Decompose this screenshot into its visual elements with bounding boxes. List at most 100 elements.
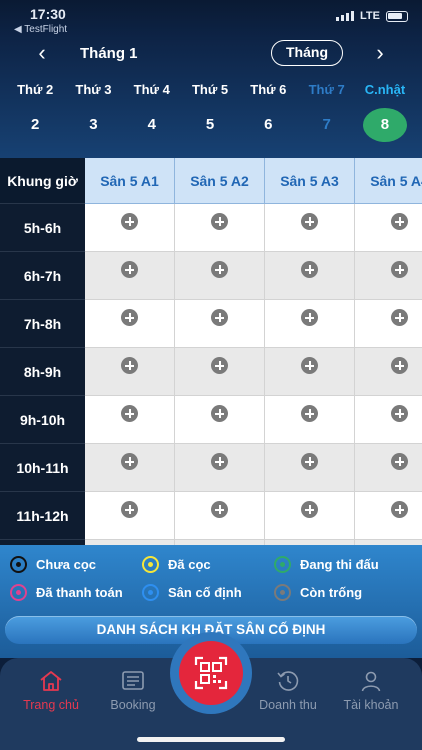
add-booking-icon[interactable]: [301, 453, 318, 470]
booking-slot[interactable]: [175, 348, 265, 396]
add-booking-icon[interactable]: [301, 213, 318, 230]
booking-slot[interactable]: [265, 492, 355, 540]
day-thu[interactable]: Thứ 5 5: [181, 82, 239, 142]
booking-slot[interactable]: [175, 300, 265, 348]
day-tue[interactable]: Thứ 3 3: [64, 82, 122, 142]
booking-slot[interactable]: [265, 252, 355, 300]
booking-slot[interactable]: [355, 252, 422, 300]
booking-list-icon: [85, 668, 181, 694]
booking-slot[interactable]: [355, 204, 422, 252]
legend-deposited: Đã cọc: [142, 556, 211, 573]
booking-slot[interactable]: [265, 204, 355, 252]
booking-slot[interactable]: [85, 396, 175, 444]
view-mode-button[interactable]: Tháng: [271, 40, 343, 66]
day-number: 2: [30, 116, 40, 133]
add-booking-icon[interactable]: [121, 309, 138, 326]
booking-slot[interactable]: [355, 300, 422, 348]
add-booking-icon[interactable]: [301, 261, 318, 278]
booking-slot[interactable]: [175, 204, 265, 252]
add-booking-icon[interactable]: [391, 309, 408, 326]
booking-slot[interactable]: [265, 300, 355, 348]
booking-slot[interactable]: [85, 252, 175, 300]
booking-slot[interactable]: [355, 396, 422, 444]
booking-slot[interactable]: [175, 252, 265, 300]
account-icon: [323, 668, 419, 694]
add-booking-icon[interactable]: [391, 501, 408, 518]
booking-slot[interactable]: [175, 444, 265, 492]
add-booking-icon[interactable]: [211, 357, 228, 374]
add-booking-icon[interactable]: [211, 453, 228, 470]
add-booking-icon[interactable]: [121, 501, 138, 518]
day-wed[interactable]: Thứ 4 4: [123, 82, 181, 142]
booking-slot[interactable]: [355, 348, 422, 396]
time-slot-row: 5h-6h: [0, 204, 422, 252]
booking-slot[interactable]: [355, 492, 422, 540]
add-booking-icon[interactable]: [301, 357, 318, 374]
nav-revenue[interactable]: Doanh thu: [240, 668, 336, 712]
booking-slot[interactable]: [265, 396, 355, 444]
day-sun-selected[interactable]: C.nhật 8: [356, 82, 414, 142]
add-booking-icon[interactable]: [211, 405, 228, 422]
add-booking-icon[interactable]: [391, 213, 408, 230]
soccer-ball-icon: [274, 584, 291, 601]
booking-slot[interactable]: [85, 444, 175, 492]
add-booking-icon[interactable]: [121, 261, 138, 278]
time-slot-row: 9h-10h: [0, 396, 422, 444]
booking-slot[interactable]: [265, 444, 355, 492]
legend-available: Còn trống: [274, 584, 362, 601]
day-sat[interactable]: Thứ 7 7: [297, 82, 355, 142]
status-indicators: LTE: [336, 10, 408, 22]
soccer-ball-icon: [274, 556, 291, 573]
add-booking-icon[interactable]: [211, 213, 228, 230]
day-fri[interactable]: Thứ 6 6: [239, 82, 297, 142]
add-booking-icon[interactable]: [391, 453, 408, 470]
time-slot-row: 10h-11h: [0, 444, 422, 492]
nav-label: Booking: [110, 698, 156, 712]
booking-slot[interactable]: [175, 396, 265, 444]
add-booking-icon[interactable]: [301, 501, 318, 518]
home-indicator: [137, 737, 285, 742]
time-slot-label: 7h-8h: [0, 300, 85, 348]
add-booking-icon[interactable]: [121, 213, 138, 230]
add-booking-icon[interactable]: [301, 309, 318, 326]
add-booking-icon[interactable]: [121, 405, 138, 422]
nav-label: Tài khoản: [343, 698, 399, 712]
booking-slot[interactable]: [85, 492, 175, 540]
add-booking-icon[interactable]: [391, 357, 408, 374]
day-number: 3: [89, 116, 98, 133]
testflight-back-link[interactable]: ◀ TestFlight: [14, 24, 67, 35]
time-slot-row: 7h-8h: [0, 300, 422, 348]
day-name: Thứ 5: [191, 82, 229, 97]
add-booking-icon[interactable]: [391, 261, 408, 278]
booking-slot[interactable]: [175, 492, 265, 540]
day-number: 8: [362, 108, 407, 142]
booking-slot[interactable]: [265, 348, 355, 396]
nav-account[interactable]: Tài khoản: [323, 668, 419, 712]
add-booking-icon[interactable]: [211, 501, 228, 518]
add-booking-icon[interactable]: [121, 453, 138, 470]
legend-not-deposited: Chưa cọc: [10, 556, 96, 573]
battery-icon: [386, 10, 408, 22]
add-booking-icon[interactable]: [211, 309, 228, 326]
booking-slot[interactable]: [85, 300, 175, 348]
booking-slot[interactable]: [85, 204, 175, 252]
add-booking-icon[interactable]: [301, 405, 318, 422]
legend-fixed-court: Sân cố định: [142, 584, 242, 601]
booking-grid: Khung giờ Sân 5 A1 Sân 5 A2 Sân 5 A3 Sân…: [0, 158, 422, 545]
add-booking-icon[interactable]: [211, 261, 228, 278]
nav-booking[interactable]: Booking: [85, 668, 181, 712]
add-booking-icon[interactable]: [121, 357, 138, 374]
add-booking-icon[interactable]: [391, 405, 408, 422]
next-month-button[interactable]: ›: [366, 40, 394, 66]
prev-month-button[interactable]: ‹: [28, 40, 56, 66]
booking-slot[interactable]: [85, 348, 175, 396]
qr-scan-button[interactable]: [179, 641, 243, 705]
legend-label: Sân cố định: [168, 585, 242, 600]
time-slot-label: 11h-12h: [0, 492, 85, 540]
legend-label: Chưa cọc: [36, 557, 96, 572]
day-number: 7: [322, 116, 331, 133]
booking-slot[interactable]: [355, 444, 422, 492]
day-mon[interactable]: Thứ 2 2: [6, 82, 64, 142]
day-name: Thứ 3: [75, 82, 112, 97]
signal-icon: [336, 11, 355, 21]
